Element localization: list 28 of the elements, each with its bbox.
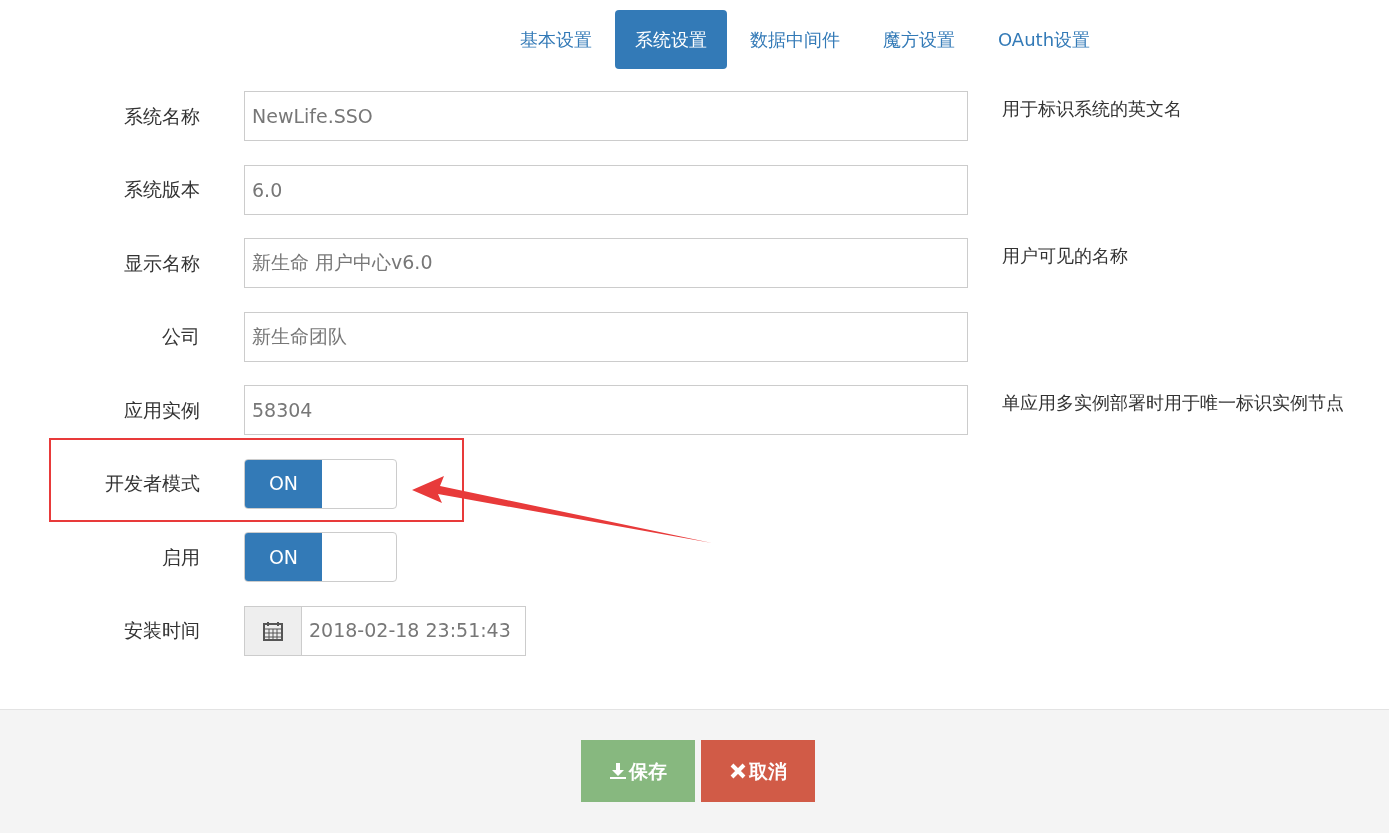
help-text: 单应用多实例部署时用于唯一标识实例节点 [1002, 391, 1344, 415]
field-label: 开发者模式 [104, 471, 201, 497]
toggle-switch[interactable]: ON [244, 458, 397, 509]
field-label: 应用实例 [123, 397, 201, 423]
tab[interactable]: OAuth设置 [978, 10, 1111, 69]
help-text: 用于标识系统的英文名 [1002, 97, 1182, 121]
toggle-switch[interactable]: ON [244, 532, 397, 582]
field-label: 安装时间 [123, 618, 201, 644]
close-icon [729, 762, 747, 780]
input-field[interactable]: 6.0 [244, 164, 968, 215]
input-field[interactable]: 新生命 用户中心v6.0 [244, 238, 968, 288]
tab[interactable]: 数据中间件 [730, 10, 860, 69]
input-field[interactable]: 新生命团队 [244, 311, 968, 362]
cancel-button[interactable]: 取消 [701, 740, 815, 802]
help-text: 用户可见的名称 [1002, 244, 1128, 268]
tab[interactable]: 基本设置 [500, 10, 612, 69]
field-label: 系统版本 [123, 177, 201, 203]
field-label: 显示名称 [123, 250, 201, 276]
field-label: 启用 [161, 544, 201, 570]
calendar-icon [244, 605, 302, 656]
field-label: 系统名称 [123, 103, 201, 129]
field-label: 公司 [161, 324, 201, 350]
tab[interactable]: 系统设置 [615, 10, 727, 69]
input-field[interactable]: NewLife.SSO [244, 91, 968, 141]
tab[interactable]: 魔方设置 [863, 10, 975, 69]
input-field[interactable]: 58304 [244, 385, 968, 435]
download-icon [609, 762, 627, 780]
date-field[interactable]: 2018-02-18 23:51:43 [302, 605, 526, 656]
